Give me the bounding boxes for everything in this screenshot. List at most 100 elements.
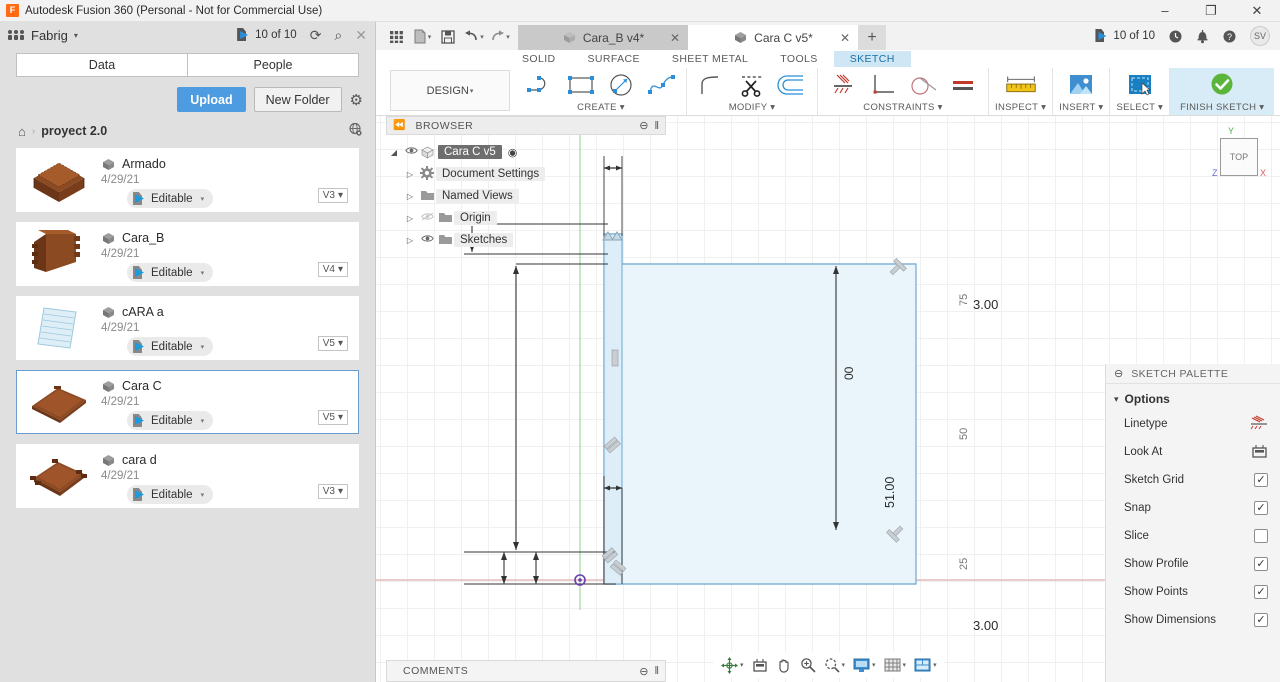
- minimize-panel-icon[interactable]: ⊖: [1114, 367, 1123, 380]
- status-badge[interactable]: Editable ▾: [127, 189, 214, 208]
- tree-expand-arrow-icon[interactable]: ◢: [386, 148, 402, 157]
- close-panel-icon[interactable]: ✕: [355, 27, 367, 44]
- ribbon-tab-sheet-metal[interactable]: SHEET METAL: [656, 51, 764, 67]
- panel-resize-handle[interactable]: ‖: [654, 120, 659, 132]
- version-badge[interactable]: V5 ▾: [317, 410, 348, 425]
- trim-icon[interactable]: [733, 69, 771, 101]
- new-document-icon[interactable]: ▾: [410, 26, 434, 47]
- palette-row-snap[interactable]: Snap: [1106, 494, 1280, 522]
- status-chevron-down-icon[interactable]: ▾: [201, 417, 205, 425]
- minimize-button[interactable]: –: [1142, 0, 1188, 22]
- tree-expand-arrow-icon[interactable]: ▷: [402, 192, 418, 201]
- palette-row-slice[interactable]: Slice: [1106, 522, 1280, 550]
- status-chevron-down-icon[interactable]: ▾: [201, 269, 205, 277]
- ribbon-tab-surface[interactable]: SURFACE: [572, 51, 656, 67]
- view-cube-face-top[interactable]: TOP: [1220, 138, 1258, 176]
- chevron-down-icon[interactable]: ▾: [903, 661, 907, 669]
- show-dimensions-checkbox[interactable]: [1254, 613, 1268, 627]
- document-tab-cara-c[interactable]: Cara C v5* ✕: [688, 25, 858, 50]
- close-tab-icon[interactable]: ✕: [840, 31, 850, 45]
- ribbon-tab-solid[interactable]: SOLID: [506, 51, 572, 67]
- refresh-icon[interactable]: ⟳: [310, 27, 322, 44]
- workspace-selector[interactable]: DESIGN ▾: [390, 70, 510, 111]
- activate-component-radio[interactable]: ◉: [508, 146, 518, 159]
- ribbon-tab-sketch[interactable]: SKETCH: [833, 51, 911, 67]
- collapse-panel-icon[interactable]: ⏪: [393, 120, 405, 131]
- recent-activity-icon[interactable]: [1168, 29, 1183, 44]
- measure-icon[interactable]: [1002, 69, 1040, 101]
- linetype-icon[interactable]: [1250, 415, 1268, 434]
- tree-node-document-settings[interactable]: ▷ Document Settings: [386, 163, 666, 185]
- ch evron-down-icon[interactable]: ▾: [933, 661, 937, 669]
- tree-node-sketches[interactable]: ▷ Sketches: [386, 229, 666, 251]
- ribbon-group-label[interactable]: INSERT ▾: [1059, 102, 1103, 113]
- status-chevron-down-icon[interactable]: ▾: [201, 343, 205, 351]
- tab-people[interactable]: People: [188, 53, 359, 77]
- upload-button[interactable]: Upload: [177, 87, 246, 112]
- slice-checkbox[interactable]: [1254, 529, 1268, 543]
- insert-image-icon[interactable]: [1062, 69, 1100, 101]
- team-chevron-down-icon[interactable]: ▾: [74, 31, 78, 40]
- palette-row-sketch-grid[interactable]: Sketch Grid: [1106, 466, 1280, 494]
- select-window-icon[interactable]: [1121, 69, 1159, 101]
- version-badge[interactable]: V3 ▾: [317, 188, 348, 203]
- offset-icon[interactable]: [773, 69, 811, 101]
- chevron-down-icon[interactable]: ▾: [842, 661, 846, 669]
- minimize-panel-icon[interactable]: ⊖: [639, 119, 648, 132]
- chevron-down-icon[interactable]: ▾: [506, 33, 510, 41]
- dim-partial-left[interactable]: 00: [842, 367, 856, 380]
- visibility-eye-icon[interactable]: [402, 146, 420, 158]
- spline-icon[interactable]: [642, 69, 680, 101]
- palette-row-show-profile[interactable]: Show Profile: [1106, 550, 1280, 578]
- file-card-cara-a[interactable]: cARA a 4/29/21 Editable ▾ V5 ▾: [16, 296, 359, 360]
- save-button[interactable]: [436, 26, 460, 47]
- canvas[interactable]: 3.00 75 00 50 51.00 51.00 25 3.00 8.00 8…: [376, 116, 1280, 682]
- new-tab-button[interactable]: +: [858, 25, 886, 50]
- pan-icon[interactable]: [773, 654, 795, 676]
- tree-expand-arrow-icon[interactable]: ▷: [402, 236, 418, 245]
- close-window-button[interactable]: ✕: [1234, 0, 1280, 22]
- notifications-bell-icon[interactable]: [1196, 29, 1209, 44]
- display-settings-icon[interactable]: ▾: [850, 654, 879, 676]
- dim-left-height[interactable]: 51.00: [883, 477, 897, 508]
- undo-button[interactable]: ▾: [462, 26, 486, 47]
- sketch-grid-checkbox[interactable]: [1254, 473, 1268, 487]
- team-name-label[interactable]: Fabrig: [31, 28, 68, 43]
- line-icon[interactable]: [522, 69, 560, 101]
- file-card-cara-b[interactable]: Cara_B 4/29/21 Editable ▾ V4 ▾: [16, 222, 359, 286]
- avatar[interactable]: SV: [1250, 26, 1270, 46]
- viewports-icon[interactable]: ▾: [911, 654, 940, 676]
- redo-button[interactable]: ▾: [488, 26, 512, 47]
- chevron-down-icon[interactable]: ▾: [428, 33, 432, 41]
- tangent-icon[interactable]: [904, 69, 942, 101]
- dim-top-width[interactable]: 3.00: [973, 297, 998, 312]
- grid-snaps-icon[interactable]: ▾: [881, 654, 910, 676]
- view-cube[interactable]: TOP Y X Z: [1206, 126, 1268, 190]
- maximize-button[interactable]: ❐: [1188, 0, 1234, 22]
- fillet-icon[interactable]: [693, 69, 731, 101]
- close-tab-icon[interactable]: ✕: [670, 31, 680, 45]
- tree-expand-arrow-icon[interactable]: ▷: [402, 170, 418, 179]
- file-card-cara-d[interactable]: cara d 4/29/21 Editable ▾ V3 ▾: [16, 444, 359, 508]
- ribbon-group-label[interactable]: INSPECT ▾: [995, 102, 1046, 113]
- look-at-icon[interactable]: [1251, 443, 1268, 462]
- status-chevron-down-icon[interactable]: ▾: [201, 491, 205, 499]
- tree-expand-arrow-icon[interactable]: ▷: [402, 214, 418, 223]
- status-badge[interactable]: Editable ▾: [127, 263, 214, 282]
- status-badge[interactable]: Editable ▾: [127, 337, 214, 356]
- home-icon[interactable]: ⌂: [18, 124, 26, 139]
- version-badge[interactable]: V3 ▾: [317, 484, 348, 499]
- tree-node-origin[interactable]: ▷ Origin: [386, 207, 666, 229]
- ribbon-tab-tools[interactable]: TOOLS: [764, 51, 833, 67]
- search-icon[interactable]: ⌕: [334, 27, 342, 44]
- visibility-eye-icon[interactable]: [418, 234, 436, 246]
- show-data-panel-icon[interactable]: [384, 26, 408, 47]
- zoom-window-icon[interactable]: ▾: [821, 654, 849, 676]
- file-card-cara-c[interactable]: Cara C 4/29/21 Editable ▾ V5 ▾: [16, 370, 359, 434]
- tab-data[interactable]: Data: [16, 53, 188, 77]
- rectangle-icon[interactable]: [562, 69, 600, 101]
- finish-check-icon[interactable]: [1203, 69, 1241, 101]
- chevron-down-icon[interactable]: ▾: [480, 33, 484, 41]
- ground-icon[interactable]: [824, 69, 862, 101]
- status-badge[interactable]: Editable ▾: [127, 485, 214, 504]
